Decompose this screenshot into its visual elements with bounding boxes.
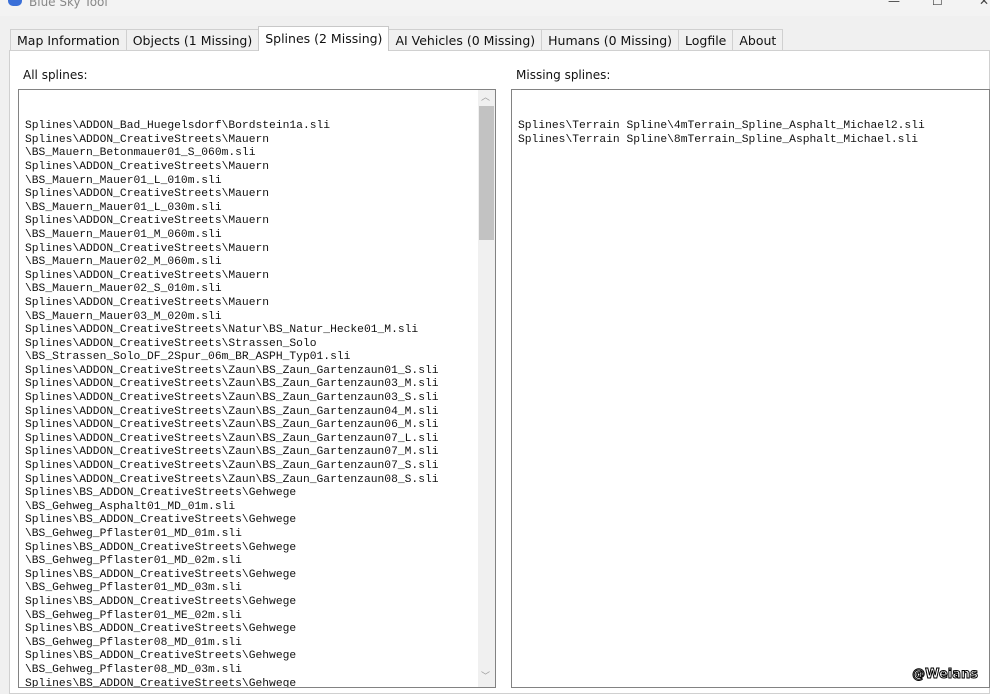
list-item[interactable]: Splines\ADDON_CreativeStreets\Zaun\BS_Za… xyxy=(25,392,495,406)
list-item[interactable]: Splines\ADDON_CreativeStreets\Mauern xyxy=(25,270,495,284)
tab-about[interactable]: About xyxy=(732,29,784,51)
list-item[interactable]: \BS_Gehweg_Pflaster01_MD_02m.sli xyxy=(25,555,495,569)
app-cloud-icon xyxy=(8,0,22,6)
tab-bar: Map Information Objects (1 Missing) Spline… xyxy=(10,26,784,51)
list-item[interactable]: \BS_Gehweg_Pflaster01_MD_03m.sli xyxy=(25,582,495,596)
tab-objects[interactable]: Objects (1 Missing) xyxy=(125,29,260,51)
list-item[interactable]: Splines\ADDON_CreativeStreets\Mauern xyxy=(25,215,495,229)
list-item[interactable]: \BS_Mauern_Mauer02_M_060m.sli xyxy=(25,256,495,270)
list-item[interactable]: Splines\BS_ADDON_CreativeStreets\Gehwege xyxy=(25,650,495,664)
list-item[interactable]: Splines\BS_ADDON_CreativeStreets\Gehwege xyxy=(25,596,495,610)
scroll-down-icon[interactable]: ﹀ xyxy=(481,671,490,685)
watermark: @Weians xyxy=(912,667,979,683)
list-item[interactable]: \BS_Mauern_Mauer03_M_020m.sli xyxy=(25,311,495,325)
list-item[interactable]: Splines\ADDON_CreativeStreets\Mauern xyxy=(25,243,495,257)
title-bar: Blue Sky Tool — ☐ ✕ xyxy=(0,0,990,16)
list-item[interactable]: Splines\BS_ADDON_CreativeStreets\Gehwege xyxy=(25,623,495,637)
list-item[interactable]: \BS_Mauern_Mauer01_L_030m.sli xyxy=(25,202,495,216)
list-item[interactable]: \BS_Strassen_Solo_DF_2Spur_06m_BR_ASPH_T… xyxy=(25,351,495,365)
list-item[interactable]: Splines\ADDON_CreativeStreets\Mauern xyxy=(25,297,495,311)
list-item[interactable]: Splines\ADDON_Bad_Huegelsdorf\Bordstein1… xyxy=(25,120,495,134)
list-item[interactable]: Splines\BS_ADDON_CreativeStreets\Gehwege xyxy=(25,487,495,501)
list-item[interactable]: \BS_Mauern_Betonmauer01_S_060m.sli xyxy=(25,147,495,161)
tab-map-information[interactable]: Map Information xyxy=(10,29,127,51)
list-item[interactable]: \BS_Gehweg_Pflaster01_ME_02m.sli xyxy=(25,610,495,624)
list-item[interactable]: Splines\Terrain Spline\8mTerrain_Spline_… xyxy=(518,134,989,148)
list-item[interactable]: \BS_Gehweg_Pflaster01_MD_01m.sli xyxy=(25,528,495,542)
list-item[interactable]: \BS_Mauern_Mauer02_S_010m.sli xyxy=(25,283,495,297)
missing-splines-label: Missing splines: xyxy=(516,68,611,82)
list-item[interactable]: \BS_Gehweg_Asphalt01_MD_01m.sli xyxy=(25,501,495,515)
list-item[interactable]: Splines\ADDON_CreativeStreets\Mauern xyxy=(25,161,495,175)
scrollbar-thumb[interactable] xyxy=(479,106,494,240)
list-item[interactable]: Splines\ADDON_CreativeStreets\Zaun\BS_Za… xyxy=(25,419,495,433)
close-button[interactable]: ✕ xyxy=(979,0,989,8)
list-item[interactable]: Splines\ADDON_CreativeStreets\Strassen_S… xyxy=(25,338,495,352)
list-item[interactable]: Splines\ADDON_CreativeStreets\Zaun\BS_Za… xyxy=(25,406,495,420)
list-item[interactable]: Splines\ADDON_CreativeStreets\Zaun\BS_Za… xyxy=(25,474,495,488)
list-item[interactable]: Splines\BS_ADDON_CreativeStreets\Gehwege xyxy=(25,569,495,583)
tab-logfile[interactable]: Logfile xyxy=(678,29,734,51)
list-item[interactable]: Splines\ADDON_CreativeStreets\Natur\BS_N… xyxy=(25,324,495,338)
list-item[interactable]: Splines\BS_ADDON_CreativeStreets\Gehwege xyxy=(25,678,495,687)
list-item[interactable]: Splines\ADDON_CreativeStreets\Zaun\BS_Za… xyxy=(25,460,495,474)
list-item[interactable]: Splines\ADDON_CreativeStreets\Mauern xyxy=(25,188,495,202)
list-item[interactable]: \BS_Gehweg_Pflaster08_MD_01m.sli xyxy=(25,637,495,651)
list-item[interactable]: \BS_Mauern_Mauer01_M_060m.sli xyxy=(25,229,495,243)
tab-splines[interactable]: Splines (2 Missing) xyxy=(258,26,390,51)
all-splines-label: All splines: xyxy=(23,68,88,82)
window-title: Blue Sky Tool xyxy=(29,0,108,9)
list-item[interactable]: Splines\ADDON_CreativeStreets\Zaun\BS_Za… xyxy=(25,378,495,392)
scrollbar[interactable]: ︿ ﹀ xyxy=(478,90,495,687)
tab-humans[interactable]: Humans (0 Missing) xyxy=(541,29,679,51)
minimize-button[interactable]: — xyxy=(888,0,900,8)
list-item[interactable]: \BS_Gehweg_Pflaster08_MD_03m.sli xyxy=(25,664,495,678)
list-item[interactable]: Splines\ADDON_CreativeStreets\Zaun\BS_Za… xyxy=(25,433,495,447)
list-item[interactable]: Splines\ADDON_CreativeStreets\Zaun\BS_Za… xyxy=(25,365,495,379)
maximize-button[interactable]: ☐ xyxy=(932,0,943,8)
missing-splines-list[interactable]: Splines\Terrain Spline\4mTerrain_Spline_… xyxy=(511,89,990,688)
scroll-up-icon[interactable]: ︿ xyxy=(481,92,490,106)
list-item[interactable]: Splines\ADDON_CreativeStreets\Mauern xyxy=(25,134,495,148)
list-item[interactable]: \BS_Mauern_Mauer01_L_010m.sli xyxy=(25,175,495,189)
list-item[interactable]: Splines\BS_ADDON_CreativeStreets\Gehwege xyxy=(25,542,495,556)
list-item[interactable]: Splines\Terrain Spline\4mTerrain_Spline_… xyxy=(518,120,989,134)
all-splines-list[interactable]: Splines\ADDON_Bad_Huegelsdorf\Bordstein1… xyxy=(18,89,496,688)
list-item[interactable]: Splines\ADDON_CreativeStreets\Zaun\BS_Za… xyxy=(25,446,495,460)
list-item[interactable]: Splines\BS_ADDON_CreativeStreets\Gehwege xyxy=(25,514,495,528)
tab-ai-vehicles[interactable]: AI Vehicles (0 Missing) xyxy=(388,29,543,51)
